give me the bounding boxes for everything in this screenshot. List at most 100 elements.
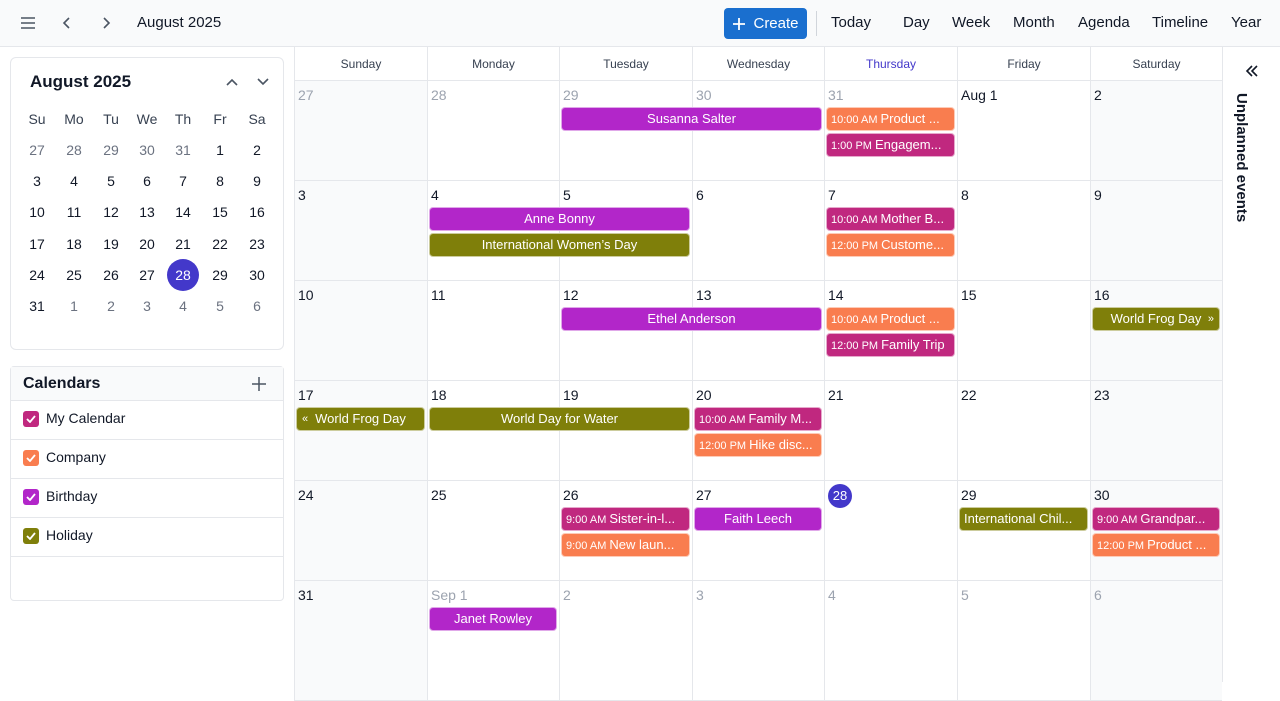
day-cell[interactable]: 30 <box>1090 481 1222 581</box>
day-cell[interactable]: 15 <box>957 281 1090 381</box>
calendar-event[interactable]: Janet Rowley <box>429 607 557 631</box>
day-cell[interactable]: 2 <box>559 581 692 701</box>
day-cell[interactable]: 30 <box>692 81 824 181</box>
day-cell[interactable]: 26 <box>559 481 692 581</box>
view-year-button[interactable]: Year <box>1231 14 1261 31</box>
mini-day[interactable]: 28 <box>167 258 199 291</box>
calendar-event[interactable]: 10:00 AM Mother B... <box>826 207 955 231</box>
view-day-button[interactable]: Day <box>903 14 930 31</box>
calendar-event[interactable]: 10:00 AM Product ... <box>826 107 955 131</box>
calendar-event[interactable]: 12:00 PM Family Trip <box>826 332 955 357</box>
chevron-down-icon[interactable] <box>253 72 273 92</box>
mini-day[interactable]: 20 <box>131 228 163 260</box>
chevron-right-icon[interactable] <box>95 12 117 34</box>
calendar-event[interactable]: 12:00 PM Hike disc... <box>694 432 822 457</box>
calendar-item-holiday[interactable]: Holiday <box>11 518 283 557</box>
mini-day[interactable]: 24 <box>21 259 53 291</box>
mini-day[interactable]: 15 <box>204 196 236 228</box>
calendar-event[interactable]: 9:00 AM New laun... <box>561 532 690 557</box>
checkbox-checked-icon[interactable] <box>23 528 39 544</box>
mini-day[interactable]: 1 <box>58 290 90 322</box>
day-cell[interactable]: 8 <box>957 181 1090 281</box>
day-cell[interactable]: Aug 1 <box>957 81 1090 181</box>
mini-day[interactable]: 3 <box>131 290 163 322</box>
mini-day[interactable]: 17 <box>21 228 53 260</box>
mini-day[interactable]: 5 <box>95 165 127 197</box>
hamburger-menu-icon[interactable] <box>17 12 39 34</box>
day-cell[interactable]: 9 <box>1090 181 1222 281</box>
calendar-event[interactable]: Susanna Salter <box>561 107 822 131</box>
day-cell[interactable]: 28 <box>824 481 957 581</box>
calendar-event[interactable]: 9:00 AM Sister-in-l... <box>561 507 690 531</box>
day-cell[interactable]: 17 <box>294 381 427 481</box>
mini-day[interactable]: 29 <box>204 259 236 291</box>
mini-day[interactable]: 30 <box>241 259 273 291</box>
day-cell[interactable]: 3 <box>294 181 427 281</box>
day-cell[interactable]: 29 <box>957 481 1090 581</box>
day-cell[interactable]: 12 <box>559 281 692 381</box>
mini-day[interactable]: 23 <box>241 228 273 260</box>
day-cell[interactable]: 19 <box>559 381 692 481</box>
day-cell[interactable]: 5 <box>957 581 1090 701</box>
mini-day[interactable]: 9 <box>241 165 273 197</box>
calendar-event[interactable]: Anne Bonny <box>429 207 690 231</box>
checkbox-checked-icon[interactable] <box>23 411 39 427</box>
calendar-event[interactable]: 10:00 AM Family M... <box>694 407 822 431</box>
day-cell[interactable]: 10 <box>294 281 427 381</box>
view-month-button[interactable]: Month <box>1013 14 1055 31</box>
calendar-event[interactable]: World Frog Day » <box>1092 307 1220 331</box>
day-cell[interactable]: 31 <box>294 581 427 701</box>
day-cell[interactable]: 4 <box>427 181 559 281</box>
mini-day[interactable]: 31 <box>167 134 199 166</box>
day-cell[interactable]: 16 <box>1090 281 1222 381</box>
chevron-left-icon[interactable] <box>56 12 78 34</box>
mini-day[interactable]: 3 <box>21 165 53 197</box>
mini-day[interactable]: 7 <box>167 165 199 197</box>
double-chevron-left-icon[interactable] <box>1242 61 1262 81</box>
mini-day[interactable]: 29 <box>95 134 127 166</box>
mini-day[interactable]: 4 <box>167 290 199 322</box>
view-timeline-button[interactable]: Timeline <box>1152 14 1208 31</box>
day-cell[interactable]: Sep 1 <box>427 581 559 701</box>
mini-day[interactable]: 4 <box>58 165 90 197</box>
day-cell[interactable]: 23 <box>1090 381 1222 481</box>
mini-day[interactable]: 11 <box>58 196 90 228</box>
mini-day[interactable]: 19 <box>95 228 127 260</box>
day-cell[interactable]: 27 <box>294 81 427 181</box>
day-cell[interactable]: 20 <box>692 381 824 481</box>
calendar-event[interactable]: World Day for Water <box>429 407 690 431</box>
day-cell[interactable]: 25 <box>427 481 559 581</box>
mini-day[interactable]: 1 <box>204 134 236 166</box>
calendar-item-company[interactable]: Company <box>11 440 283 479</box>
day-cell[interactable]: 6 <box>1090 581 1222 701</box>
day-cell[interactable]: 21 <box>824 381 957 481</box>
day-cell[interactable]: 4 <box>824 581 957 701</box>
day-cell[interactable]: 31 <box>824 81 957 181</box>
create-button[interactable]: Create <box>724 8 807 39</box>
day-cell[interactable]: 22 <box>957 381 1090 481</box>
day-cell[interactable]: 13 <box>692 281 824 381</box>
mini-day[interactable]: 28 <box>58 134 90 166</box>
day-cell[interactable]: 28 <box>427 81 559 181</box>
mini-day[interactable]: 18 <box>58 228 90 260</box>
day-cell[interactable]: 7 <box>824 181 957 281</box>
day-cell[interactable]: 3 <box>692 581 824 701</box>
calendar-item-my-calendar[interactable]: My Calendar <box>11 401 283 440</box>
calendar-event[interactable]: Faith Leech <box>694 507 822 531</box>
mini-day[interactable]: 22 <box>204 228 236 260</box>
mini-day[interactable]: 16 <box>241 196 273 228</box>
checkbox-checked-icon[interactable] <box>23 450 39 466</box>
mini-day[interactable]: 14 <box>167 196 199 228</box>
day-cell[interactable]: 29 <box>559 81 692 181</box>
mini-day[interactable]: 30 <box>131 134 163 166</box>
mini-day[interactable]: 31 <box>21 290 53 322</box>
mini-day[interactable]: 2 <box>241 134 273 166</box>
calendar-event[interactable]: Ethel Anderson <box>561 307 822 331</box>
mini-day[interactable]: 26 <box>95 259 127 291</box>
calendar-event[interactable]: International Women’s Day <box>429 232 690 257</box>
day-cell[interactable]: 14 <box>824 281 957 381</box>
mini-day[interactable]: 12 <box>95 196 127 228</box>
mini-day[interactable]: 10 <box>21 196 53 228</box>
day-cell[interactable]: 24 <box>294 481 427 581</box>
mini-day[interactable]: 8 <box>204 165 236 197</box>
